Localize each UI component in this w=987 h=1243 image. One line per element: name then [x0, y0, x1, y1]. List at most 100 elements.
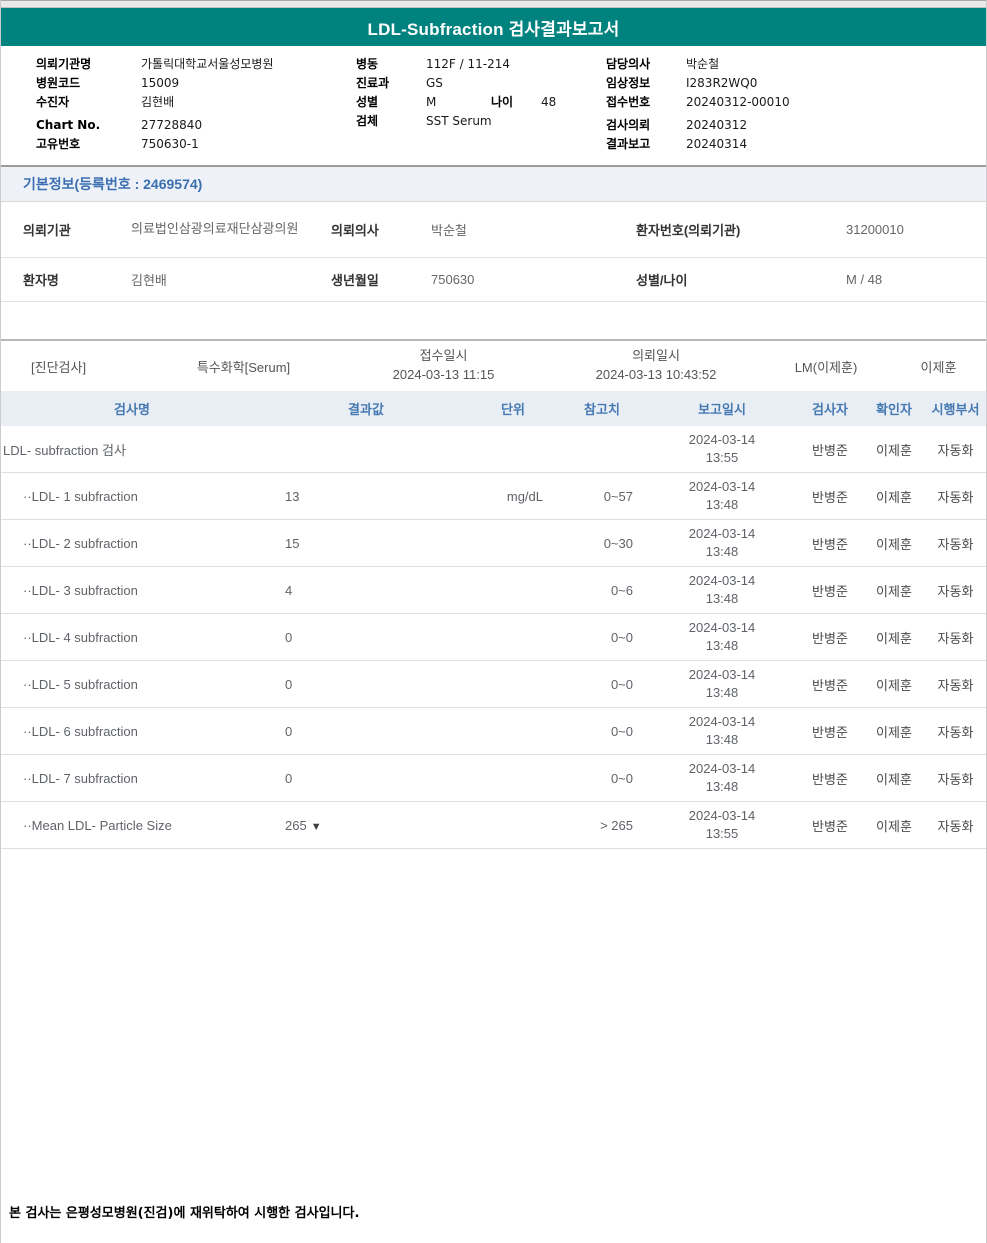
section-dept: [진단검사]	[31, 359, 87, 375]
report-datetime: 2024-03-14 13:48	[647, 619, 797, 655]
test-ref: 0~0	[610, 629, 633, 645]
report-date: 2024-03-14	[688, 619, 756, 635]
test-name: LDL- subfraction 검사	[3, 442, 126, 458]
field-value: 박순철	[686, 57, 720, 71]
report-date: 2024-03-14	[688, 807, 756, 823]
test-name: ··Mean LDL- Particle Size	[23, 817, 172, 833]
field-label: 검사의뢰	[606, 118, 651, 132]
exec-dept: 자동화	[937, 630, 974, 646]
report-time: 13:48	[705, 544, 739, 559]
table-row: LDL- subfraction 검사 2024-03-14 13:55 반병준 …	[1, 426, 986, 473]
result-value: 0	[285, 629, 293, 645]
field-value: GS	[426, 76, 443, 90]
field-label: 진료과	[356, 76, 390, 90]
report-datetime: 2024-03-14 13:55	[647, 431, 797, 467]
field-specimen: 검체 SST Serum	[356, 112, 606, 131]
field-label: 결과보고	[606, 137, 651, 151]
field-label: 환자명	[23, 273, 59, 288]
field-value: 가톨릭대학교서울성모병원	[141, 57, 274, 71]
report-datetime: 2024-03-14 13:48	[647, 713, 797, 749]
result-value: 0	[285, 770, 293, 786]
report-date: 2024-03-14	[688, 572, 756, 588]
field-chart-no: Chart No. 27728840	[36, 116, 356, 135]
basic-info-title: 기본정보(등록번호 : 2469574)	[23, 176, 203, 192]
basic-info-header: 기본정보(등록번호 : 2469574)	[1, 167, 986, 202]
field-value: 20240312-00010	[686, 95, 790, 109]
report-time: 13:48	[705, 779, 739, 794]
field-label: 성별/나이	[636, 273, 688, 288]
field-value: 15009	[141, 76, 180, 90]
field-hospital-code: 병원코드 15009	[36, 74, 356, 93]
field-value: 750630	[431, 272, 475, 287]
field-label: 환자번호(의뢰기관)	[636, 223, 741, 238]
test-name: ··LDL- 3 subfraction	[23, 582, 138, 598]
exec-dept: 자동화	[937, 677, 974, 693]
tester-name: 반병준	[812, 583, 848, 599]
tester-name: 반병준	[812, 489, 848, 505]
verifier-name: 이제훈	[876, 536, 912, 552]
abnormal-flag-icon: ▼	[310, 820, 322, 833]
table-row: ··Mean LDL- Particle Size 265 ▼ > 265 202…	[1, 802, 986, 849]
col-tester: 검사자	[812, 402, 848, 417]
test-result: 15	[263, 536, 469, 551]
test-ref: 0~30	[603, 535, 633, 551]
exec-dept: 자동화	[937, 489, 974, 505]
table-row: ··LDL- 3 subfraction 4 0~6 2024-03-14 13:…	[1, 567, 986, 614]
result-value: 265	[285, 817, 307, 833]
test-result	[263, 442, 469, 457]
field-department: 진료과 GS	[356, 74, 606, 93]
lm-reviewer: LM(이제훈)	[794, 359, 858, 375]
basic-info-row: 의뢰기관 의료법인삼광의료재단삼광의원 의뢰의사 박순철 환자번호(의뢰기관) …	[1, 202, 986, 258]
report-time: 13:55	[705, 450, 739, 465]
col-verifier: 확인자	[876, 402, 912, 417]
report-date: 2024-03-14	[688, 478, 756, 494]
result-value: 13	[285, 488, 300, 504]
field-label: 의뢰기관	[23, 223, 71, 238]
patient-header-left: 의뢰기관명 가톨릭대학교서울성모병원 병원코드 15009 수진자 김현배 Ch…	[36, 55, 356, 154]
request-datetime: 의뢰일시 2024-03-13 10:43:52	[551, 347, 761, 385]
field-value: 의료법인삼광의료재단삼광의원	[131, 221, 299, 237]
patient-header-middle: 병동 112F / 11-214 진료과 GS 성별 M 나이 48 검체 SS…	[356, 55, 606, 154]
report-title: LDL-Subfraction 검사결과보고서	[367, 19, 620, 39]
verifier-name: 이제훈	[876, 442, 912, 458]
receipt-datetime: 접수일시 2024-03-13 11:15	[336, 347, 551, 385]
exec-dept: 자동화	[937, 442, 974, 458]
result-value: 15	[285, 535, 300, 551]
tester-name: 반병준	[812, 677, 848, 693]
section-category: 특수화학[Serum]	[196, 359, 291, 375]
test-result: 265 ▼	[263, 818, 469, 833]
tester-name: 반병준	[812, 771, 848, 787]
exec-dept: 자동화	[937, 724, 974, 740]
tester-name: 반병준	[812, 536, 848, 552]
verifier-name: 이제훈	[876, 724, 912, 740]
test-result: 0	[263, 630, 469, 645]
field-value: 31200010	[846, 222, 904, 237]
table-row: ··LDL- 2 subfraction 15 0~30 2024-03-14 1…	[1, 520, 986, 567]
basic-info-row: 환자명 김현배 생년월일 750630 성별/나이 M / 48	[1, 258, 986, 302]
field-label: 임상정보	[606, 76, 651, 90]
outsourcing-note: 본 검사는 은평성모병원(진검)에 재위탁하여 시행한 검사입니다.	[9, 1206, 360, 1221]
field-label: 의뢰의사	[331, 223, 379, 238]
report-time: 13:48	[705, 638, 739, 653]
field-order-date: 검사의뢰 20240312	[606, 116, 986, 135]
field-sex-age: 성별 M 나이 48	[356, 93, 606, 112]
request-label: 의뢰일시	[632, 348, 680, 364]
report-date: 2024-03-14	[688, 666, 756, 682]
field-value: I283R2WQ0	[686, 76, 758, 90]
field-label: 수진자	[36, 95, 70, 109]
exec-dept: 자동화	[937, 771, 974, 787]
verifier-name: 이제훈	[876, 630, 912, 646]
table-row: ··LDL- 5 subfraction 0 0~0 2024-03-14 13:…	[1, 661, 986, 708]
test-ref: 0~6	[610, 582, 633, 598]
field-doctor: 담당의사 박순철	[606, 55, 986, 74]
field-label: Chart No.	[36, 118, 101, 132]
test-name: ··LDL- 5 subfraction	[23, 676, 138, 692]
receipt-label: 접수일시	[419, 348, 468, 364]
report-time: 13:48	[705, 497, 739, 512]
col-unit: 단위	[501, 402, 525, 417]
result-value: 0	[285, 723, 293, 739]
report-datetime: 2024-03-14 13:48	[647, 666, 797, 702]
report-date: 2024-03-14	[688, 713, 756, 729]
field-label: 병원코드	[36, 76, 81, 90]
field-value: M	[426, 95, 437, 109]
